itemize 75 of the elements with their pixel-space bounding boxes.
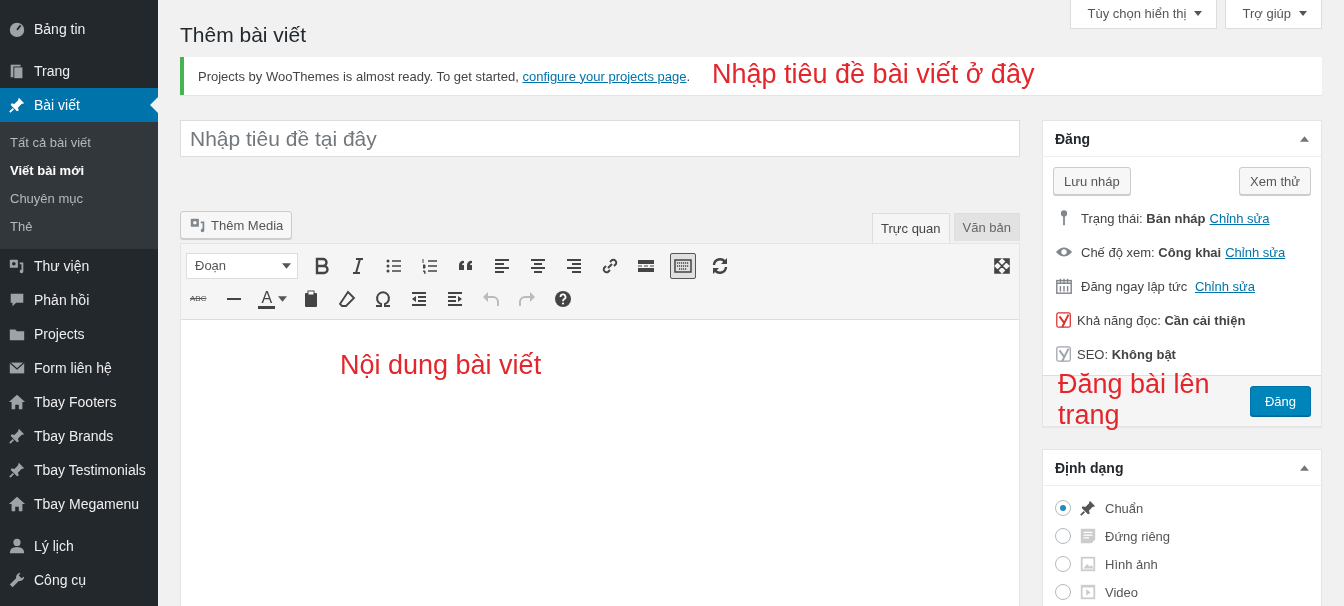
format-option-label: Chuẩn <box>1105 500 1144 516</box>
save-draft-button[interactable]: Lưu nháp <box>1053 167 1131 195</box>
media-icon <box>189 216 207 234</box>
screen-tab-button[interactable]: Trợ giúp <box>1225 0 1322 29</box>
publish-status-text: Đăng ngay lập tức Chỉnh sửa <box>1081 278 1255 294</box>
edit-link[interactable]: Chỉnh sửa <box>1194 278 1255 294</box>
menu-item[interactable]: Projects <box>0 317 158 351</box>
house-icon <box>8 495 26 513</box>
menu-item[interactable]: Tbay Footers <box>0 385 158 419</box>
publish-status-text: Trạng thái: Bản nháp Chỉnh sửa <box>1081 210 1270 226</box>
menu-item[interactable]: Bài viết <box>0 88 158 122</box>
menu-item[interactable]: Công cụ <box>0 563 158 597</box>
menu-item[interactable]: Thư viện <box>0 249 158 283</box>
editor-tab[interactable]: Văn bản <box>953 213 1020 241</box>
collapse-icon[interactable] <box>1300 464 1309 471</box>
format-dropdown[interactable]: Đoạn <box>186 252 298 279</box>
screen-tab-button[interactable]: Tùy chọn hiển thị <box>1070 0 1218 29</box>
menu-item[interactable]: Bảng tin <box>0 12 158 46</box>
keyboard-icon[interactable] <box>670 252 696 279</box>
menu-item[interactable]: Trang <box>0 54 158 88</box>
wrench-icon <box>8 571 26 589</box>
menu-item[interactable]: Form liên hệ <box>0 351 158 385</box>
note-icon <box>1079 527 1097 545</box>
pushpin-icon <box>8 427 26 445</box>
strikethrough-button[interactable]: ABC <box>186 294 211 303</box>
caret-icon <box>1299 11 1307 16</box>
title-field[interactable]: Nhập tiêu đề tại đây <box>180 120 1020 157</box>
caret-icon <box>282 262 291 269</box>
submenu-item[interactable]: Viết bài mới <box>0 157 158 185</box>
menu-item[interactable]: Tbay Testimonials <box>0 453 158 487</box>
text-color-button[interactable]: A <box>258 288 276 309</box>
calendar-icon <box>1055 277 1073 295</box>
radio-button[interactable] <box>1055 500 1071 516</box>
publish-status-text: Khả năng đọc: Cần cải thiện <box>1077 312 1246 328</box>
radio-button[interactable] <box>1055 528 1071 544</box>
menu-item[interactable]: Tbay Brands <box>0 419 158 453</box>
house-icon <box>8 393 26 411</box>
pushpin-icon <box>8 461 26 479</box>
publish-status-text: SEO: Không bật <box>1077 346 1176 362</box>
box-title: Đăng <box>1055 130 1090 147</box>
add-media-button[interactable]: Thêm Media <box>180 211 293 239</box>
preview-button[interactable]: Xem thử <box>1239 167 1311 195</box>
pushpin-icon <box>1079 499 1097 517</box>
annotation-text: Nhập tiêu đề bài viết ở đây <box>712 59 1035 90</box>
radio-button[interactable] <box>1055 584 1071 600</box>
menu-item[interactable]: Tbay Megamenu <box>0 487 158 521</box>
notice-text: Projects by WooThemes is almost ready. To get started, configure your projects page. <box>198 68 691 84</box>
page-title: Thêm bài viết <box>180 22 307 48</box>
annotation-text: Đăng bài lên trang <box>1058 369 1211 431</box>
pushpin-icon <box>8 96 26 114</box>
box-title: Định dạng <box>1055 459 1124 476</box>
format-option-label: Hình ảnh <box>1105 556 1158 572</box>
menu-item[interactable]: Lý lịch <box>0 529 158 563</box>
editor-tab[interactable]: Trực quan <box>872 213 950 243</box>
edit-link[interactable]: Chỉnh sửa <box>1209 210 1270 226</box>
publish-status-text: Chế độ xem: Công khai Chỉnh sửa <box>1081 244 1286 260</box>
image-icon <box>1079 555 1097 573</box>
format-option-label: Video <box>1105 584 1138 600</box>
caret-icon[interactable] <box>278 295 288 302</box>
caret-icon <box>1194 11 1203 16</box>
submenu-item[interactable]: Thẻ <box>0 213 158 241</box>
menu-item[interactable]: Phản hồi <box>0 283 158 317</box>
video-icon <box>1079 583 1097 601</box>
publish-button[interactable]: Đăng <box>1249 386 1311 416</box>
collapse-icon[interactable] <box>1300 135 1309 142</box>
annotation-text: Nội dung bài viết <box>340 350 542 381</box>
radio-button[interactable] <box>1055 556 1071 572</box>
edit-link[interactable]: Chỉnh sửa <box>1225 244 1286 260</box>
format-option-label: Đứng riêng <box>1105 528 1171 544</box>
person-icon <box>8 537 26 555</box>
submenu-item[interactable]: Chuyên mục <box>0 185 158 213</box>
gauge-icon <box>8 20 26 38</box>
submenu-item[interactable]: Tất cả bài viết <box>0 129 158 157</box>
media-icon <box>8 257 26 275</box>
pages-icon <box>8 62 26 80</box>
